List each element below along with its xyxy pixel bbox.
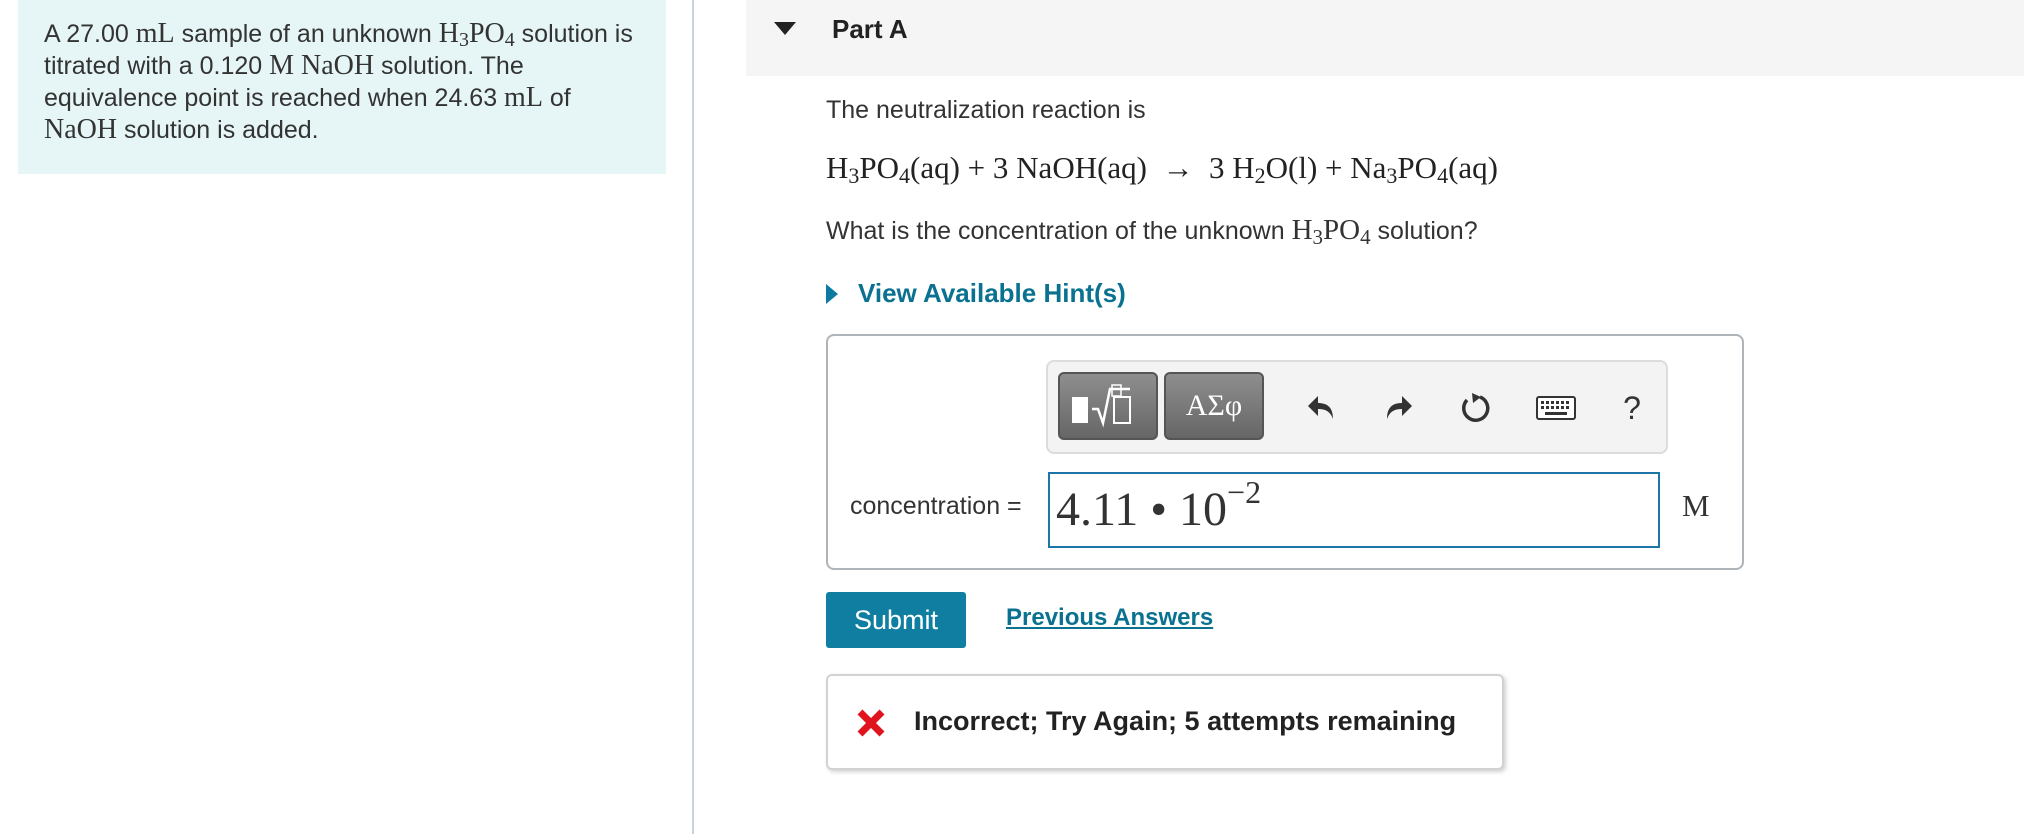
templates-button[interactable] (1058, 372, 1158, 440)
problem-text: sample of an unknown (174, 20, 439, 48)
submit-button[interactable]: Submit (826, 592, 966, 648)
formula-h3po4: H3PO4 (1291, 214, 1371, 249)
problem-text: A 27.00 (44, 20, 136, 48)
equation-part: O(l) + Na (1265, 150, 1387, 185)
incorrect-x-icon (857, 709, 885, 737)
previous-answers-link[interactable]: Previous Answers (1006, 604, 1213, 632)
unit-label: M (1682, 488, 1710, 523)
templates-icon (1072, 384, 1131, 428)
part-header[interactable]: Part A (746, 0, 2024, 76)
question-text: What is the concentration of the unknown… (826, 214, 1478, 249)
formula-subscript: 3 (1312, 225, 1324, 249)
keyboard-button[interactable] (1528, 386, 1584, 430)
answer-value: 4.11 • 10−2 (1056, 476, 1261, 537)
equation-part: H (826, 150, 849, 185)
formula-subscript: 3 (458, 29, 469, 51)
expand-caret-icon (826, 283, 838, 304)
unit-molar: M (269, 50, 295, 81)
problem-text: solution is added. (117, 116, 319, 144)
formula-part: PO (468, 18, 505, 49)
equation-part: PO (1397, 150, 1438, 185)
formula-h3po4: H3PO4 (438, 18, 515, 51)
equation-part: PO (859, 150, 900, 185)
math-toolbar: ΑΣφ ? (1046, 360, 1668, 454)
unit-ml: mL (504, 82, 543, 113)
formula-part: H (438, 18, 459, 49)
reset-button[interactable] (1454, 386, 1498, 430)
undo-button[interactable] (1300, 386, 1344, 430)
feedback-box: Incorrect; Try Again; 5 attempts remaini… (826, 674, 1504, 770)
answer-box: ΑΣφ ? concentration = 4.11 • 10−2 M (826, 334, 1744, 570)
collapse-caret-icon[interactable] (774, 22, 796, 35)
view-hints-label: View Available Hint(s) (858, 278, 1126, 308)
part-title: Part A (832, 14, 908, 44)
formula-subscript: 4 (504, 29, 515, 51)
intro-text: The neutralization reaction is (826, 96, 1146, 124)
equation-part: (aq) + 3 NaOH(aq) → 3 H (910, 150, 1255, 185)
reaction-equation: H3PO4(aq) + 3 NaOH(aq) → 3 H2O(l) + Na3P… (826, 150, 1498, 188)
answer-mantissa: 4.11 • 10 (1056, 483, 1228, 536)
answer-label: concentration = (850, 492, 1022, 520)
answer-input[interactable]: 4.11 • 10−2 (1048, 472, 1660, 548)
unit-ml: mL (135, 18, 175, 49)
formula-part: PO (1323, 214, 1361, 246)
problem-text: of (542, 84, 571, 112)
view-hints-toggle[interactable]: View Available Hint(s) (826, 278, 1126, 309)
equation-subscript: 3 (848, 163, 860, 188)
panel-divider (692, 0, 694, 834)
answer-exponent: −2 (1227, 474, 1262, 510)
question-part: What is the concentration of the unknown (826, 217, 1292, 245)
formula-naoh: NaOH (44, 114, 118, 145)
formula-subscript: 4 (1360, 225, 1371, 249)
reset-icon (1462, 393, 1490, 422)
equation-subscript: 2 (1254, 163, 1266, 188)
equation-part: (aq) (1448, 150, 1498, 185)
equation-subscript: 4 (899, 163, 911, 188)
formula-naoh: NaOH (301, 50, 375, 81)
undo-icon (1308, 396, 1333, 419)
symbols-button[interactable]: ΑΣφ (1164, 372, 1264, 440)
problem-statement: A 27.00 mL sample of an unknown H3PO4 so… (18, 0, 666, 174)
help-button[interactable]: ? (1610, 386, 1654, 430)
redo-button[interactable] (1376, 386, 1420, 430)
equation-subscript: 3 (1386, 163, 1398, 188)
question-part: solution? (1370, 217, 1478, 245)
keyboard-icon (1536, 396, 1576, 420)
equation-subscript: 4 (1437, 163, 1449, 188)
redo-icon (1387, 396, 1412, 419)
formula-part: H (1291, 214, 1313, 246)
feedback-text: Incorrect; Try Again; 5 attempts remaini… (914, 706, 1457, 736)
